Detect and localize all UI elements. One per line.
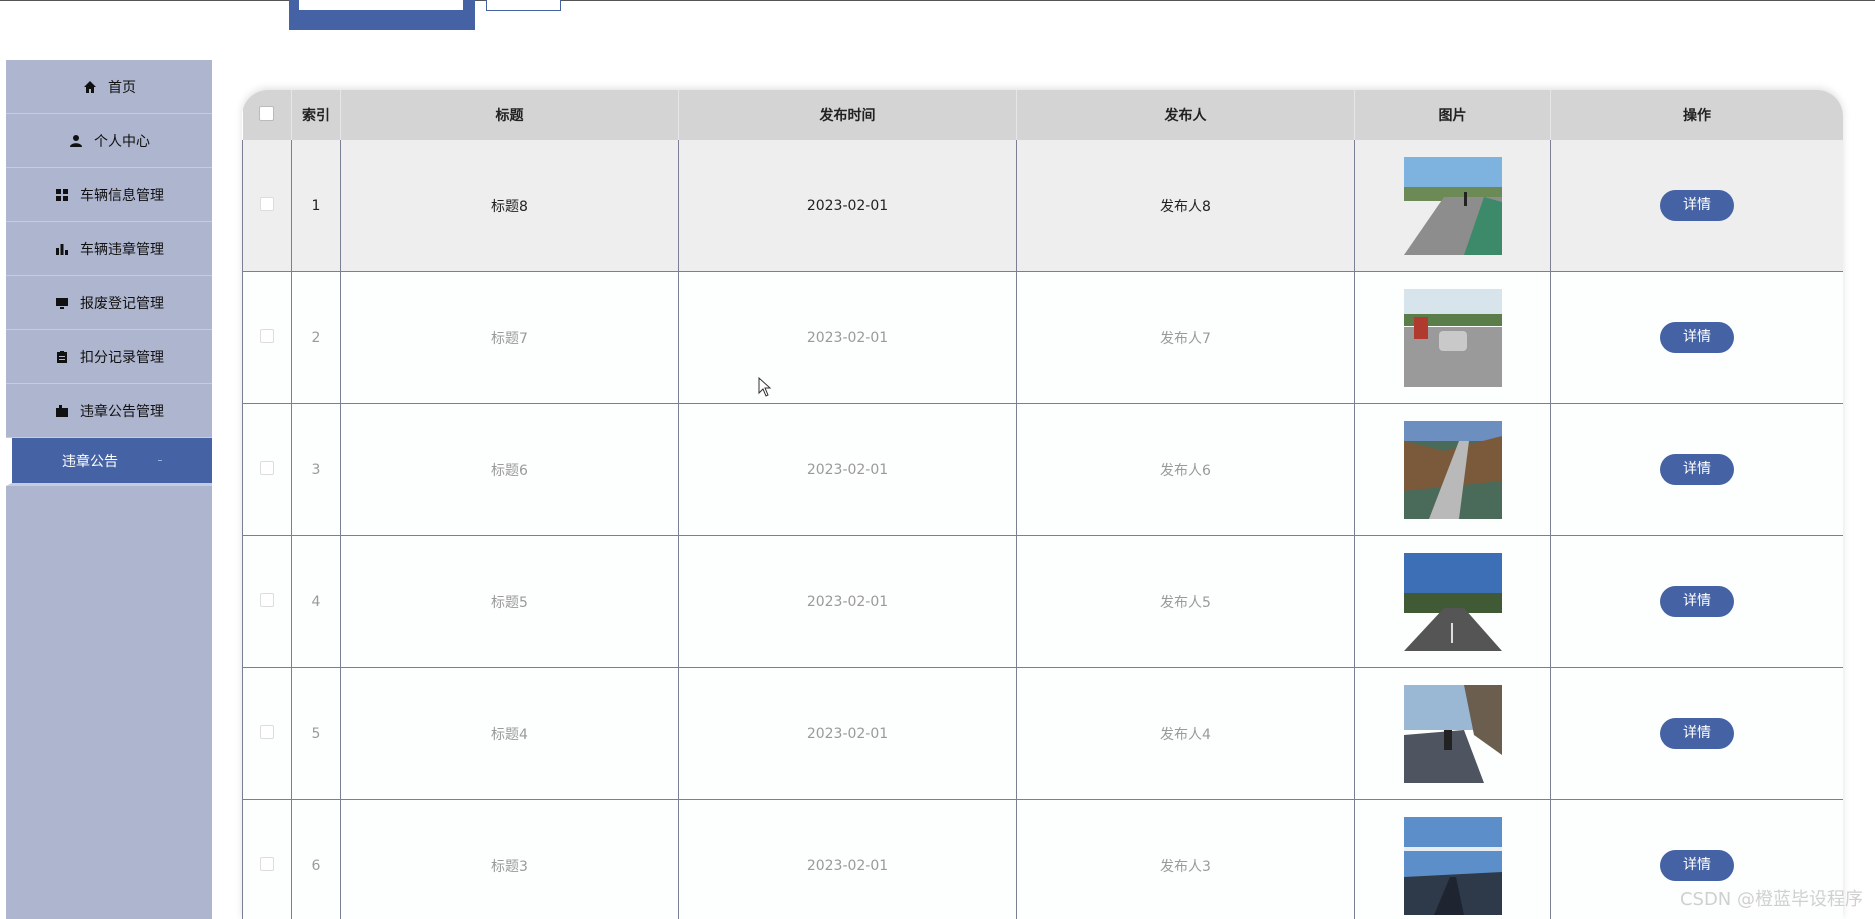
column-header-time: 发布时间 (678, 90, 1017, 140)
row-action-cell: 详情 (1550, 271, 1843, 404)
notice-table: 索引 标题 发布时间 发布人 图片 操作 1 标题8 2023-02-01 发布… (242, 90, 1843, 919)
sidebar-item-violation-notice[interactable]: 违章公告 (6, 438, 212, 486)
table-row[interactable]: 6 标题3 2023-02-01 发布人3 详情 (242, 799, 1843, 919)
sidebar-menu: 首页 个人中心 车辆信息管理 车辆违章管理 报废登记管理 扣分记录管理 违章公告… (6, 60, 212, 919)
row-image-cell (1354, 271, 1551, 404)
row-author: 发布人6 (1016, 403, 1355, 536)
row-checkbox[interactable] (242, 140, 292, 272)
row-title: 标题6 (340, 403, 679, 536)
row-index: 6 (291, 799, 341, 919)
table-row[interactable]: 1 标题8 2023-02-01 发布人8 详情 (242, 140, 1843, 272)
road-thumbnail[interactable] (1403, 684, 1502, 783)
sidebar-item-violation-notice-mgmt[interactable]: 违章公告管理 (6, 384, 212, 438)
sidebar-item-home[interactable]: 首页 (6, 60, 212, 114)
row-checkbox[interactable] (242, 271, 292, 404)
column-header-title: 标题 (340, 90, 679, 140)
clipboard-icon (54, 349, 70, 365)
row-action-cell: 详情 (1550, 667, 1843, 800)
detail-button[interactable]: 详情 (1660, 850, 1734, 881)
detail-button[interactable]: 详情 (1660, 718, 1734, 749)
row-action-cell: 详情 (1550, 403, 1843, 536)
row-title: 标题5 (340, 535, 679, 668)
row-image-cell (1354, 403, 1551, 536)
row-image-cell (1354, 140, 1551, 272)
sidebar-item-label: 首页 (108, 79, 136, 96)
row-action-cell: 详情 (1550, 535, 1843, 668)
mouse-cursor-icon (758, 377, 772, 397)
row-index: 2 (291, 271, 341, 404)
detail-button[interactable]: 详情 (1660, 586, 1734, 617)
sidebar-item-profile[interactable]: 个人中心 (6, 114, 212, 168)
row-title: 标题8 (340, 140, 679, 272)
notice-table-container: 索引 标题 发布时间 发布人 图片 操作 1 标题8 2023-02-01 发布… (242, 90, 1843, 919)
road-thumbnail[interactable] (1403, 288, 1502, 387)
table-row[interactable]: 5 标题4 2023-02-01 发布人4 详情 (242, 667, 1843, 800)
row-checkbox[interactable] (242, 667, 292, 800)
sidebar-item-vehicle-violation[interactable]: 车辆违章管理 (6, 222, 212, 276)
row-action-cell: 详情 (1550, 140, 1843, 272)
sidebar-item-deduction-records[interactable]: 扣分记录管理 (6, 330, 212, 384)
row-checkbox[interactable] (242, 799, 292, 919)
road-thumbnail[interactable] (1403, 552, 1502, 651)
row-time: 2023-02-01 (678, 667, 1017, 800)
detail-button[interactable]: 详情 (1660, 322, 1734, 353)
sidebar-item-label: 车辆违章管理 (80, 241, 164, 258)
sidebar-item-label: 个人中心 (94, 133, 150, 150)
column-header-index: 索引 (291, 90, 341, 140)
top-secondary-button[interactable] (486, 0, 561, 11)
row-time: 2023-02-01 (678, 799, 1017, 919)
sidebar-item-vehicle-info[interactable]: 车辆信息管理 (6, 168, 212, 222)
sidebar-item-label: 扣分记录管理 (80, 349, 164, 366)
column-header-author: 发布人 (1016, 90, 1355, 140)
row-time: 2023-02-01 (678, 140, 1017, 272)
row-image-cell (1354, 799, 1551, 919)
detail-button[interactable]: 详情 (1660, 454, 1734, 485)
watermark-text: CSDN @橙蓝毕设程序 (1679, 889, 1863, 910)
table-row[interactable]: 4 标题5 2023-02-01 发布人5 详情 (242, 535, 1843, 668)
top-action-button[interactable] (289, 0, 475, 30)
row-author: 发布人5 (1016, 535, 1355, 668)
road-thumbnail[interactable] (1403, 156, 1502, 255)
sidebar-item-label: 违章公告管理 (80, 403, 164, 420)
row-time: 2023-02-01 (678, 403, 1017, 536)
column-header-action: 操作 (1550, 90, 1843, 140)
table-header-row: 索引 标题 发布时间 发布人 图片 操作 (242, 90, 1843, 140)
row-author: 发布人4 (1016, 667, 1355, 800)
briefcase-icon (54, 403, 70, 419)
detail-button[interactable]: 详情 (1660, 190, 1734, 221)
column-header-image: 图片 (1354, 90, 1551, 140)
grid-icon (54, 187, 70, 203)
sidebar-item-label: 车辆信息管理 (80, 187, 164, 204)
row-index: 3 (291, 403, 341, 536)
row-checkbox[interactable] (242, 535, 292, 668)
row-author: 发布人3 (1016, 799, 1355, 919)
row-index: 4 (291, 535, 341, 668)
road-thumbnail[interactable] (1403, 816, 1502, 915)
row-time: 2023-02-01 (678, 535, 1017, 668)
row-image-cell (1354, 667, 1551, 800)
sidebar-item-label: 违章公告 (62, 453, 118, 470)
road-thumbnail[interactable] (1403, 420, 1502, 519)
select-all-checkbox[interactable] (242, 90, 292, 140)
table-row[interactable]: 3 标题6 2023-02-01 发布人6 详情 (242, 403, 1843, 536)
home-icon (82, 79, 98, 95)
row-title: 标题7 (340, 271, 679, 404)
row-index: 5 (291, 667, 341, 800)
bar-chart-icon (54, 241, 70, 257)
row-time: 2023-02-01 (678, 271, 1017, 404)
sidebar-item-label: 报废登记管理 (80, 295, 164, 312)
top-border-line (0, 0, 1875, 1)
monitor-icon (54, 295, 70, 311)
row-checkbox[interactable] (242, 403, 292, 536)
table-row[interactable]: 2 标题7 2023-02-01 发布人7 详情 (242, 271, 1843, 404)
row-author: 发布人7 (1016, 271, 1355, 404)
row-index: 1 (291, 140, 341, 272)
row-author: 发布人8 (1016, 140, 1355, 272)
user-icon (68, 133, 84, 149)
submenu-indicator (158, 460, 162, 461)
row-title: 标题4 (340, 667, 679, 800)
sidebar-item-scrap-registration[interactable]: 报废登记管理 (6, 276, 212, 330)
row-image-cell (1354, 535, 1551, 668)
row-title: 标题3 (340, 799, 679, 919)
